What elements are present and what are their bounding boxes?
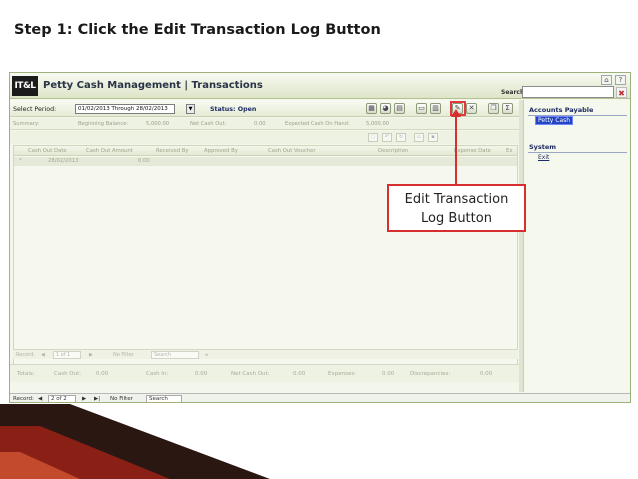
callout-box: Edit Transaction Log Button [387,184,526,232]
grid-search-input[interactable]: Search [151,351,199,359]
callout-arrow-head [451,109,461,117]
form-record-navigator: Record: ◀ 2 of 2 ▶ ▶| No Filter Search [10,393,630,402]
toolbar: Select Period: 01/02/2013 Through 28/02/… [10,100,519,117]
report-icon[interactable]: ▤ [394,103,405,114]
slide-title: Step 1: Click the Edit Transaction Log B… [14,22,381,38]
delete-icon[interactable]: ✕ [466,103,477,114]
system-heading: System [529,143,557,151]
sum-icon[interactable]: Σ [502,103,513,114]
filter-status[interactable]: No Filter [110,396,133,402]
next-record-icon[interactable]: ▶ [89,352,93,358]
net-cash-out-value: 0.00 [254,121,266,127]
discrepancies-value: 0.00 [480,371,493,377]
help-icon[interactable]: ? [615,75,626,85]
column-header[interactable]: Cash Out Voucher [268,148,316,154]
app-logo: IT&L [12,76,38,96]
net-cash-out-label: Net Cash Out: [190,121,227,127]
clear-search-icon[interactable]: ✖ [616,87,627,98]
summary-bar: Summary: Beginning Balance: 5,000.00 Net… [10,118,519,130]
expected-cash-value: 5,000.00 [366,121,390,127]
app-window: IT&L Petty Cash Management | Transaction… [9,72,631,403]
summary-label: Summary: [13,121,40,127]
cash-out-date-cell[interactable]: 28/02/2013 [48,158,79,164]
chevron-down-icon[interactable]: ▼ [186,104,195,114]
new-row-marker: * [19,158,22,164]
cash-in-label: Cash In: [146,371,169,377]
save-icon[interactable]: ▫ [414,133,424,142]
totals-net-cash-out-label: Net Cash Out: [231,371,270,377]
period-label: Select Period: [13,106,57,113]
search-input[interactable] [522,86,614,98]
cash-out-amount-cell[interactable]: 0.00 [138,158,150,164]
cash-out-label: Cash Out: [54,371,82,377]
home-icon[interactable]: ⌂ [601,75,612,85]
app-title: Petty Cash Management | Transactions [43,80,263,91]
table-row[interactable]: * 28/02/2013 0.00 [14,157,517,166]
divider [528,152,627,153]
filter-status[interactable]: No Filter [113,352,134,358]
decorative-banner [0,404,270,479]
callout-arrow [455,114,457,184]
new-record-icon[interactable]: ◌ [368,133,378,142]
beginning-balance-label: Beginning Balance: [78,121,129,127]
record-label: Record: [13,396,34,402]
nav-item-petty-cash[interactable]: Petty Cash [534,116,574,125]
title-bar: IT&L Petty Cash Management | Transaction… [10,73,630,99]
accounts-payable-heading: Accounts Payable [529,106,594,114]
first-record-icon[interactable]: ◀ [41,352,45,358]
first-record-icon[interactable]: ◀ [38,396,42,402]
record-label: Record: [16,352,35,358]
navigation-panel: Accounts Payable Petty Cash System Exit [523,100,630,392]
column-header[interactable]: Cash Out Date [28,148,67,154]
grid-record-navigator: Record: ◀ 1 of 1 ▶ No Filter Search ◂ [13,349,518,359]
copy-icon[interactable]: ❐ [488,103,499,114]
status-text: Status: Open [210,106,257,113]
transactions-grid: Cash Out Date Cash Out Amount Received B… [13,145,518,365]
column-header[interactable]: Expense Date [454,148,491,154]
record-search-input[interactable]: Search [146,395,182,402]
scroll-left-icon[interactable]: ◂ [205,352,208,358]
totals-bar: Totals: Cash Out: 0.00 Cash In: 0.00 Net… [10,364,519,382]
last-record-icon[interactable]: ▶| [94,396,100,402]
grid-header: Cash Out Date Cash Out Amount Received B… [14,146,517,156]
divider [528,115,627,116]
column-header[interactable]: Approved By [204,148,238,154]
nav-item-exit[interactable]: Exit [536,154,551,161]
beginning-balance-value: 5,000.00 [146,121,170,127]
pie-chart-icon[interactable]: ◕ [380,103,391,114]
column-header[interactable]: Cash Out Amount [86,148,133,154]
refresh-icon[interactable]: ↻ [396,133,406,142]
column-header[interactable]: Received By [156,148,189,154]
calendar-icon[interactable]: ▦ [366,103,377,114]
totals-net-cash-out-value: 0.00 [293,371,306,377]
expenses-value: 0.00 [382,371,395,377]
cash-out-value: 0.00 [96,371,109,377]
column-header[interactable]: Description [378,148,408,154]
next-record-icon[interactable]: ▶ [82,396,86,402]
column-header[interactable]: Ex [506,148,512,154]
callout-line-2: Log Button [421,211,492,226]
expenses-label: Expenses: [328,371,357,377]
period-select[interactable]: 01/02/2013 Through 28/02/2013 [75,104,175,114]
settings-icon[interactable]: ▪ [428,133,438,142]
expected-cash-label: Expected Cash On Hand: [285,121,350,127]
record-position[interactable]: 1 of 1 [53,351,81,359]
callout-line-1: Edit Transaction [404,192,509,207]
chart-icon[interactable]: ▥ [430,103,441,114]
totals-label: Totals: [17,371,35,377]
grid-toolbar: ◌ ↶ ↻ ▫ ▪ [10,131,519,144]
print-icon[interactable]: ▭ [416,103,427,114]
cash-in-value: 0.00 [195,371,208,377]
undo-icon[interactable]: ↶ [382,133,392,142]
record-position[interactable]: 2 of 2 [48,395,76,402]
discrepancies-label: Discrepancies: [410,371,451,377]
